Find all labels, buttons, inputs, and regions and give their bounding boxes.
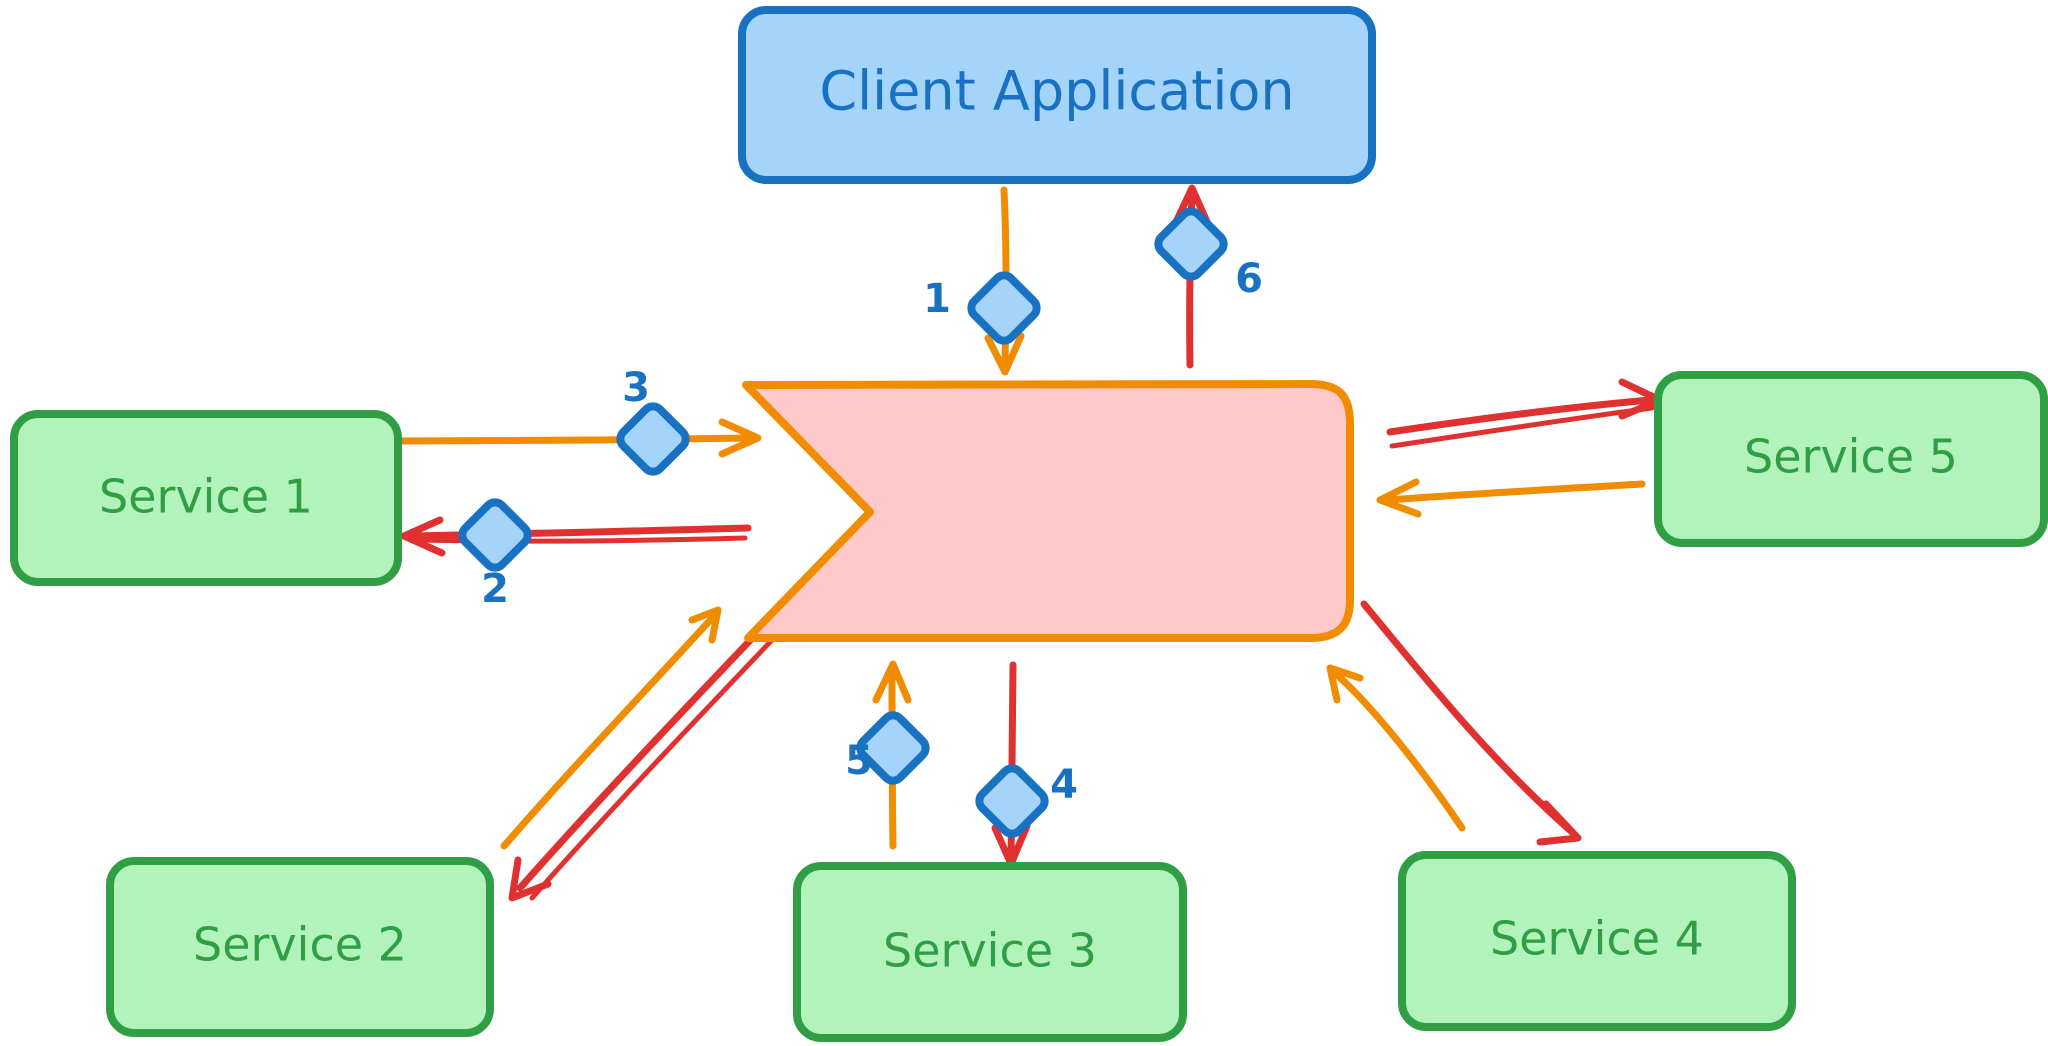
- client-application-node[interactable]: Client Application: [738, 6, 1376, 184]
- sequence-marker-5-label: 5: [845, 738, 873, 784]
- sequence-marker-6-label: 6: [1235, 256, 1263, 302]
- service-1-node[interactable]: Service 1: [10, 410, 402, 586]
- service-3-node[interactable]: Service 3: [793, 862, 1187, 1042]
- service-2-node[interactable]: Service 2: [106, 857, 494, 1037]
- sequence-marker-5: 5: [845, 711, 930, 785]
- edge-service4-to-gateway: [1326, 664, 1466, 832]
- service-4-label: Service 4: [1490, 912, 1704, 966]
- edge-gateway-to-service5: [1386, 378, 1664, 449]
- sequence-marker-1-label: 1: [923, 276, 951, 322]
- sequence-marker-2: 2: [458, 498, 532, 612]
- sequence-marker-3: 3: [616, 365, 690, 476]
- diagram-svg: Client Application Service 1 Service 2 S…: [10, 6, 2048, 1042]
- edge-service1-to-gateway: [394, 418, 762, 458]
- sequence-marker-4: 4: [975, 762, 1078, 838]
- service-4-node[interactable]: Service 4: [1398, 851, 1796, 1031]
- service-3-label: Service 3: [883, 924, 1097, 978]
- sequence-marker-4-label: 4: [1050, 762, 1078, 808]
- edge-gateway-to-service4: [1360, 600, 1582, 846]
- sequence-marker-3-label: 3: [622, 365, 650, 411]
- service-5-node[interactable]: Service 5: [1654, 371, 2048, 547]
- service-5-label: Service 5: [1744, 430, 1958, 484]
- diagram-canvas: Client Application Service 1 Service 2 S…: [0, 0, 2048, 1046]
- sequence-marker-6: 6: [1154, 207, 1263, 302]
- edge-gateway-to-service2: [508, 626, 775, 902]
- edge-gateway-to-service1: [400, 516, 752, 557]
- api-gateway-node[interactable]: [742, 380, 1354, 642]
- edge-service5-to-gateway: [1376, 478, 1646, 518]
- service-2-label: Service 2: [193, 918, 407, 972]
- client-application-label: Client Application: [819, 60, 1294, 123]
- sequence-marker-2-label: 2: [481, 566, 509, 612]
- service-1-label: Service 1: [99, 470, 313, 524]
